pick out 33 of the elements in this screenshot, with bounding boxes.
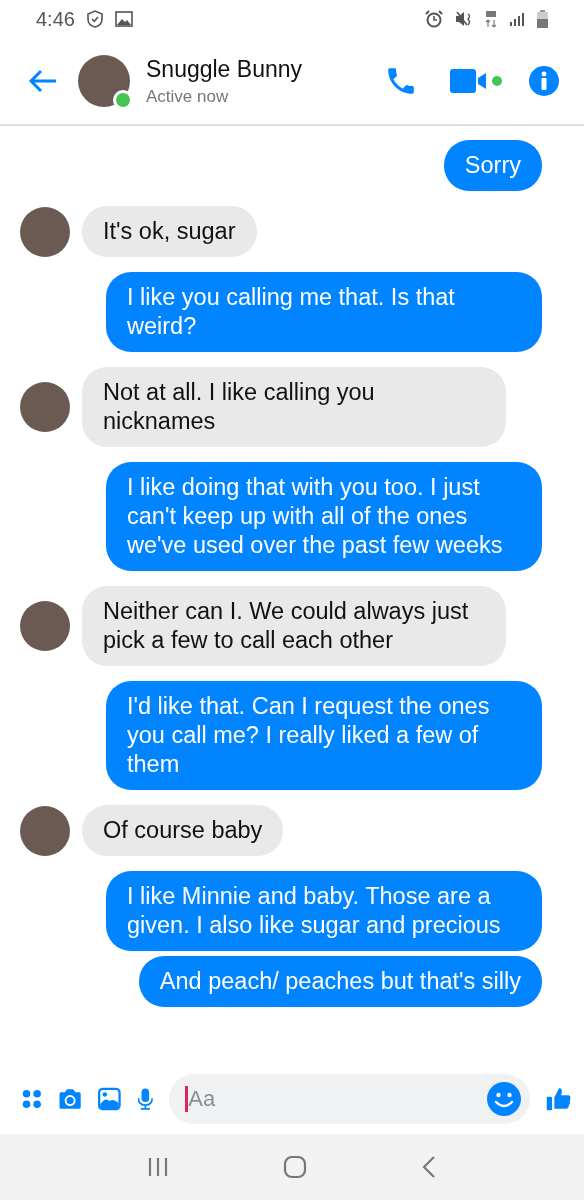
received-message: Of course baby xyxy=(82,805,284,856)
sent-message: I like you calling me that. Is that weird? xyxy=(106,272,542,352)
info-icon[interactable] xyxy=(528,65,560,97)
home-icon[interactable] xyxy=(283,1155,307,1179)
sent-message: I like Minnie and baby. Those are a given. I also like sugar and precious xyxy=(106,871,542,951)
status-time: 4:46 xyxy=(36,7,75,31)
mute-icon xyxy=(455,10,473,28)
sent-message: Sorry xyxy=(443,140,542,191)
sender-avatar xyxy=(20,206,70,257)
alarm-icon xyxy=(425,10,443,28)
received-message: Not at all. I like calling you nicknames xyxy=(82,367,506,447)
back-icon[interactable] xyxy=(421,1155,437,1179)
contact-name[interactable]: Snuggle Bunny xyxy=(146,55,302,83)
contact-status: Active now xyxy=(146,86,229,107)
signal-icon xyxy=(509,11,525,27)
text-cursor-icon xyxy=(185,1086,189,1112)
contact-avatar[interactable] xyxy=(78,55,130,107)
smiley-icon[interactable] xyxy=(486,1081,523,1117)
sent-message: I like doing that with you too. I just can't keep up with all of the ones we've used over the past few weeks xyxy=(106,462,542,571)
shield-icon xyxy=(86,10,103,28)
sender-avatar xyxy=(20,805,70,856)
message-input-field[interactable]: Aa xyxy=(169,1074,531,1124)
battery-icon xyxy=(537,10,548,28)
received-message: Neither can I. We could always just pick a few to call each other xyxy=(82,586,506,666)
sent-message: And peach/ peaches but that's silly xyxy=(138,956,542,1007)
sender-avatar xyxy=(20,601,70,651)
mobile-data-icon xyxy=(485,10,497,28)
image-icon xyxy=(114,11,133,27)
sent-message: I'd like that. Can I request the ones you call me? I really liked a few of them xyxy=(106,681,542,790)
recent-apps-icon[interactable] xyxy=(147,1156,169,1178)
received-message: It's ok, sugar xyxy=(82,206,257,257)
back-arrow-icon[interactable] xyxy=(28,69,58,93)
sender-avatar xyxy=(20,382,70,432)
